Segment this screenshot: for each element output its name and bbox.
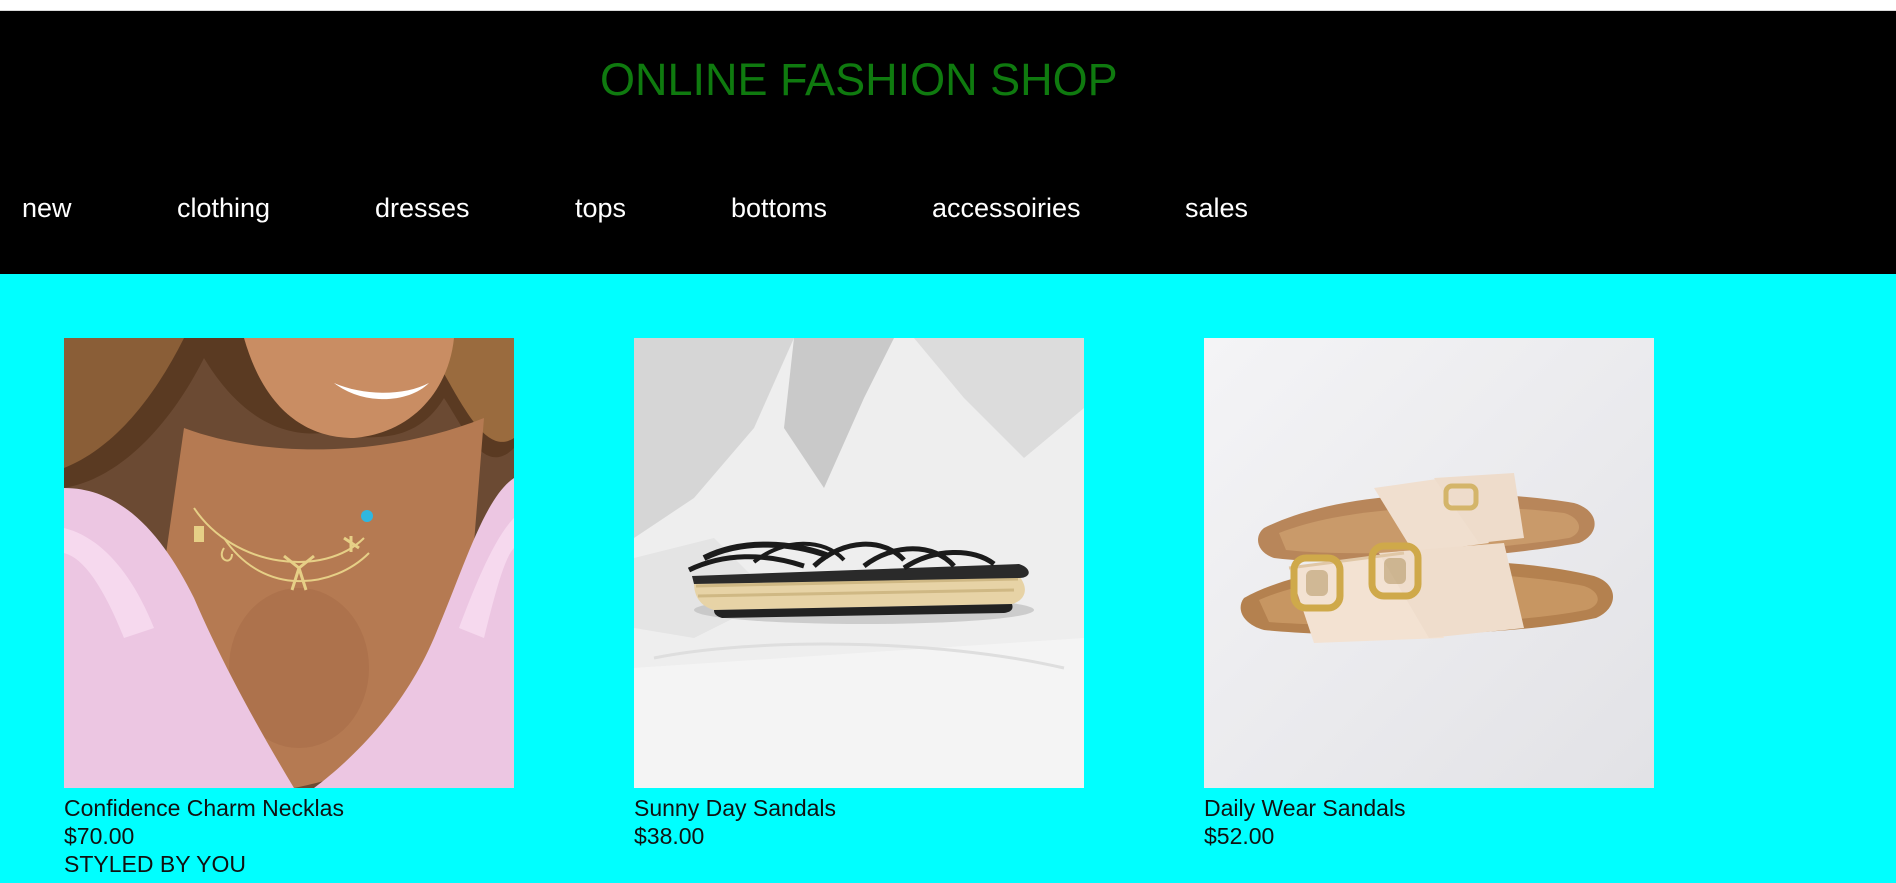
product-card[interactable]: Confidence Charm Necklas $70.00 STYLED B…	[64, 338, 514, 878]
product-info: Daily Wear Sandals $52.00	[1204, 794, 1654, 850]
product-name[interactable]: Daily Wear Sandals	[1204, 794, 1654, 822]
product-name[interactable]: Confidence Charm Necklas	[64, 794, 514, 822]
nav-item-tops[interactable]: tops	[575, 192, 626, 224]
product-card[interactable]: Daily Wear Sandals $52.00	[1204, 338, 1654, 850]
nav-item-new[interactable]: new	[22, 192, 72, 224]
product-image-necklace[interactable]	[64, 338, 514, 788]
product-image-buckle-slides[interactable]	[1204, 338, 1654, 788]
product-card[interactable]: Sunny Day Sandals $38.00	[634, 338, 1084, 850]
product-price: $52.00	[1204, 823, 1275, 849]
product-tagline: STYLED BY YOU	[64, 851, 246, 877]
nav-item-accessoiries[interactable]: accessoiries	[932, 192, 1081, 224]
product-image-strappy-sandal[interactable]	[634, 338, 1084, 788]
nav-item-sales[interactable]: sales	[1185, 192, 1248, 224]
product-name[interactable]: Sunny Day Sandals	[634, 794, 1084, 822]
browser-top-strip	[0, 0, 1896, 11]
nav-item-clothing[interactable]: clothing	[177, 192, 270, 224]
site-title[interactable]: ONLINE FASHION SHOP	[600, 55, 1118, 105]
product-price: $70.00	[64, 823, 135, 849]
nav-item-dresses[interactable]: dresses	[375, 192, 470, 224]
nav-item-bottoms[interactable]: bottoms	[731, 192, 827, 224]
product-info: Confidence Charm Necklas $70.00 STYLED B…	[64, 794, 514, 878]
product-info: Sunny Day Sandals $38.00	[634, 794, 1084, 850]
site-header: ONLINE FASHION SHOP new clothing dresses…	[0, 11, 1896, 274]
product-price: $38.00	[634, 823, 705, 849]
